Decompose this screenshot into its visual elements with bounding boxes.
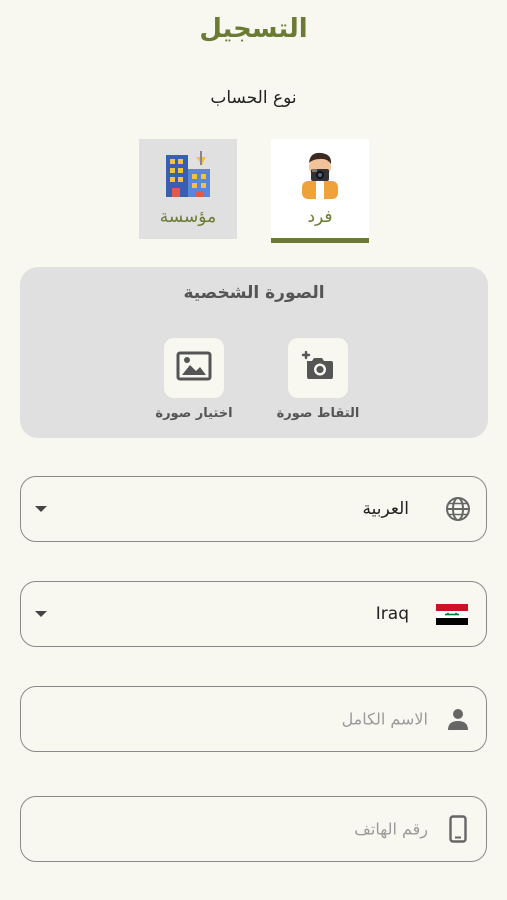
phone-number-field[interactable]: رقم الهاتف xyxy=(20,796,487,862)
choose-photo-button[interactable]: اختيار صورة xyxy=(144,338,244,421)
chevron-down-icon[interactable] xyxy=(35,506,47,512)
choose-photo-label: اختيار صورة xyxy=(155,406,233,421)
language-value: العربية xyxy=(362,499,409,519)
choose-photo-box[interactable] xyxy=(164,338,224,398)
account-type-label: نوع الحساب xyxy=(210,88,297,108)
chevron-down-icon[interactable] xyxy=(35,611,47,617)
photographer-person-icon xyxy=(294,147,346,199)
take-photo-box[interactable] xyxy=(288,338,348,398)
add-camera-icon xyxy=(301,350,335,385)
account-type-organization[interactable]: مؤسسة xyxy=(139,139,237,239)
globe-icon xyxy=(444,495,472,523)
profile-photo-title: الصورة الشخصية xyxy=(183,283,325,303)
image-icon xyxy=(176,351,212,385)
page-title: التسجيل xyxy=(199,14,308,44)
iraq-flag-icon xyxy=(436,600,468,628)
language-select[interactable]: العربية xyxy=(20,476,487,542)
take-photo-label: التقاط صورة xyxy=(276,406,360,421)
full-name-placeholder: الاسم الكامل xyxy=(341,709,428,729)
country-select[interactable]: Iraq xyxy=(20,581,487,647)
take-photo-button[interactable]: التقاط صورة xyxy=(268,338,368,421)
person-icon xyxy=(444,705,472,733)
building-icon xyxy=(162,147,214,199)
phone-icon xyxy=(444,815,472,843)
country-value: Iraq xyxy=(375,604,409,624)
account-type-individual-label: فرد xyxy=(307,207,333,227)
full-name-field[interactable]: الاسم الكامل xyxy=(20,686,487,752)
account-type-individual[interactable]: فرد xyxy=(271,139,369,243)
profile-photo-panel: الصورة الشخصية التقاط صورة اختيار صورة xyxy=(20,267,488,438)
phone-number-placeholder: رقم الهاتف xyxy=(354,819,428,839)
account-type-organization-label: مؤسسة xyxy=(159,207,217,227)
